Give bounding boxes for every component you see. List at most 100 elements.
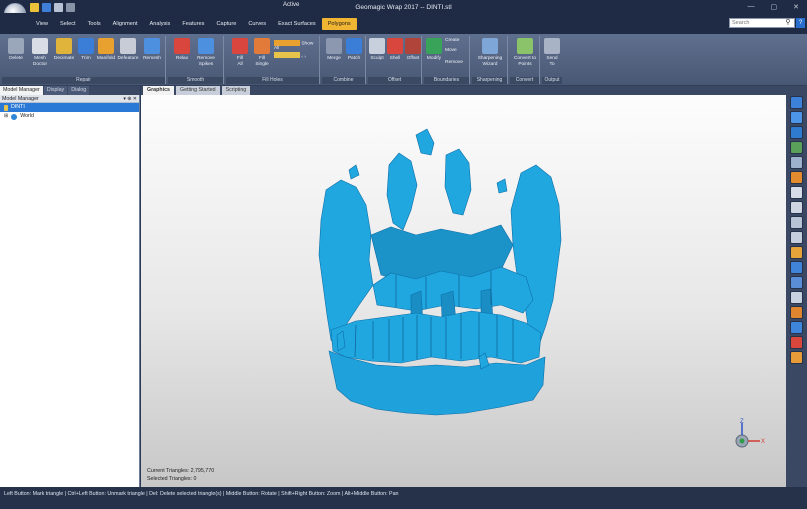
- decimate-icon: [56, 38, 72, 54]
- view-bottom-icon[interactable]: [790, 246, 803, 259]
- tree-item-world[interactable]: ⊞ World: [0, 112, 139, 121]
- view-select-icon[interactable]: [790, 321, 803, 334]
- axis-triad: Z X: [735, 419, 765, 448]
- create-boundary[interactable]: Create: [445, 38, 459, 43]
- delete-icon: [8, 38, 24, 54]
- tab-scripting[interactable]: Scripting: [221, 86, 251, 95]
- mesh-doctor-icon: [32, 38, 48, 54]
- search-icon[interactable]: ⚲: [783, 18, 793, 28]
- tab-curves[interactable]: Curves: [242, 18, 272, 30]
- view-color-icon[interactable]: [790, 306, 803, 319]
- modify-tool[interactable]: Modify: [424, 38, 444, 62]
- sharpening-wizard-tool[interactable]: Sharpening Wizard: [476, 38, 504, 67]
- graphics-viewport[interactable]: Current Triangles: 2,795,770 Selected Tr…: [141, 95, 786, 487]
- ribbon-group-output: Send To Output: [542, 36, 562, 84]
- group-label: Convert: [510, 77, 539, 84]
- tab-view[interactable]: View: [30, 18, 54, 30]
- view-front-icon[interactable]: [790, 126, 803, 139]
- minimize-button[interactable]: —: [748, 3, 755, 11]
- tab-exact-surfaces[interactable]: Exact Surfaces: [272, 18, 322, 30]
- tab-graphics[interactable]: Graphics: [143, 86, 174, 95]
- view-shade-icon[interactable]: [790, 276, 803, 289]
- tab-alignment[interactable]: Alignment: [107, 18, 144, 30]
- triangle-stats: Current Triangles: 2,795,770 Selected Tr…: [147, 467, 214, 483]
- shell-tool[interactable]: Shell: [386, 38, 404, 62]
- ribbon-tabs: View Select Tools Alignment Analysis Fea…: [30, 18, 357, 30]
- window-title: Geomagic Wrap 2017 -- DINTI.stl: [355, 4, 452, 11]
- fill-options[interactable]: ‹ ›: [274, 52, 306, 60]
- view-top-icon[interactable]: [790, 141, 803, 154]
- group-label: Fill Holes: [226, 77, 319, 84]
- tab-capture[interactable]: Capture: [210, 18, 242, 30]
- tab-getting-started[interactable]: Getting Started: [175, 86, 220, 95]
- manifold-tool[interactable]: Manifold: [94, 38, 118, 62]
- tree-item-dinti[interactable]: DINTI: [0, 103, 139, 112]
- tab-analysis[interactable]: Analysis: [144, 18, 177, 30]
- expand-icon[interactable]: ⊞: [4, 112, 8, 121]
- tab-display[interactable]: Display: [43, 86, 68, 95]
- close-button[interactable]: ✕: [793, 3, 799, 11]
- mesh-doctor-tool[interactable]: Mesh Doctor: [28, 38, 52, 67]
- delete-tool[interactable]: Delete: [4, 38, 28, 62]
- window-controls: — ▢ ✕: [748, 3, 800, 11]
- group-label: Sharpening: [472, 77, 507, 84]
- view-zoom-icon[interactable]: [790, 156, 803, 169]
- relax-icon: [174, 38, 190, 54]
- decimate-tool[interactable]: Decimate: [52, 38, 76, 62]
- view-light-icon[interactable]: [790, 171, 803, 184]
- sculpt-tool[interactable]: Sculpt: [368, 38, 386, 62]
- tab-polygons[interactable]: Polygons: [321, 18, 357, 30]
- convert-points-icon: [517, 38, 533, 54]
- fill-all-tool[interactable]: Fill All: [228, 38, 252, 67]
- maximize-button[interactable]: ▢: [771, 3, 778, 11]
- send-to-tool[interactable]: Send To: [542, 38, 562, 67]
- tab-tools[interactable]: Tools: [82, 18, 107, 30]
- view-wire-icon[interactable]: [790, 291, 803, 304]
- move-boundary[interactable]: Move: [445, 48, 457, 53]
- shell-icon: [387, 38, 403, 54]
- status-bar: Left Button: Mark triangle | Ctrl+Left B…: [0, 487, 807, 509]
- view-left-icon[interactable]: [790, 216, 803, 229]
- view-settings-icon[interactable]: [790, 351, 803, 364]
- convert-to-points-tool[interactable]: Convert to Points: [512, 38, 538, 67]
- view-fit-icon[interactable]: [790, 96, 803, 109]
- fill-single-tool[interactable]: Fill Single: [250, 38, 274, 67]
- merge-icon: [326, 38, 342, 54]
- ribbon-group-smooth: Relax Remove Spikes Smooth: [168, 36, 224, 84]
- view-clip-icon[interactable]: [790, 336, 803, 349]
- model-manager-panel: Model Manager ▾ ⊕ ✕ DINTI ⊞ World: [0, 95, 140, 487]
- dental-model[interactable]: [141, 95, 786, 487]
- view-iso-icon[interactable]: [790, 186, 803, 199]
- tab-select[interactable]: Select: [54, 18, 82, 30]
- view-rotate-icon[interactable]: [790, 111, 803, 124]
- fill-option-icons: [274, 52, 300, 58]
- patch-tool[interactable]: Patch: [342, 38, 366, 62]
- defeature-tool[interactable]: Defeature: [116, 38, 140, 62]
- offset-icon: [405, 38, 421, 54]
- relax-tool[interactable]: Relax: [170, 38, 194, 62]
- view-toolbar: [786, 86, 807, 487]
- tree-item-label: World: [20, 113, 34, 119]
- tab-model-manager[interactable]: Model Manager: [0, 86, 43, 95]
- patch-icon: [346, 38, 362, 54]
- view-back-icon[interactable]: [790, 231, 803, 244]
- panel-controls[interactable]: ▾ ⊕ ✕: [123, 95, 137, 103]
- mesh-icon: [4, 104, 8, 111]
- view-right-icon[interactable]: [790, 201, 803, 214]
- tab-features[interactable]: Features: [176, 18, 210, 30]
- send-to-icon: [544, 38, 560, 54]
- modify-icon: [426, 38, 442, 54]
- offset-tool[interactable]: Offset: [404, 38, 422, 62]
- remesh-tool[interactable]: Remesh: [140, 38, 164, 62]
- remove-spikes-tool[interactable]: Remove Spikes: [194, 38, 218, 67]
- tab-dialog[interactable]: Dialog: [68, 86, 90, 95]
- panel-tabs: Model Manager Display Dialog: [0, 86, 140, 95]
- menu-bar: View Select Tools Alignment Analysis Fea…: [0, 13, 807, 34]
- view-pan-icon[interactable]: [790, 261, 803, 274]
- remove-boundary[interactable]: Remove: [445, 60, 463, 65]
- ribbon-group-combine: Merge Patch Combine: [322, 36, 366, 84]
- tree-item-label: DINTI: [11, 104, 25, 110]
- fill-single-icon: [254, 38, 270, 54]
- show-all-option[interactable]: Show All: [274, 40, 319, 51]
- help-button[interactable]: ?: [796, 18, 805, 28]
